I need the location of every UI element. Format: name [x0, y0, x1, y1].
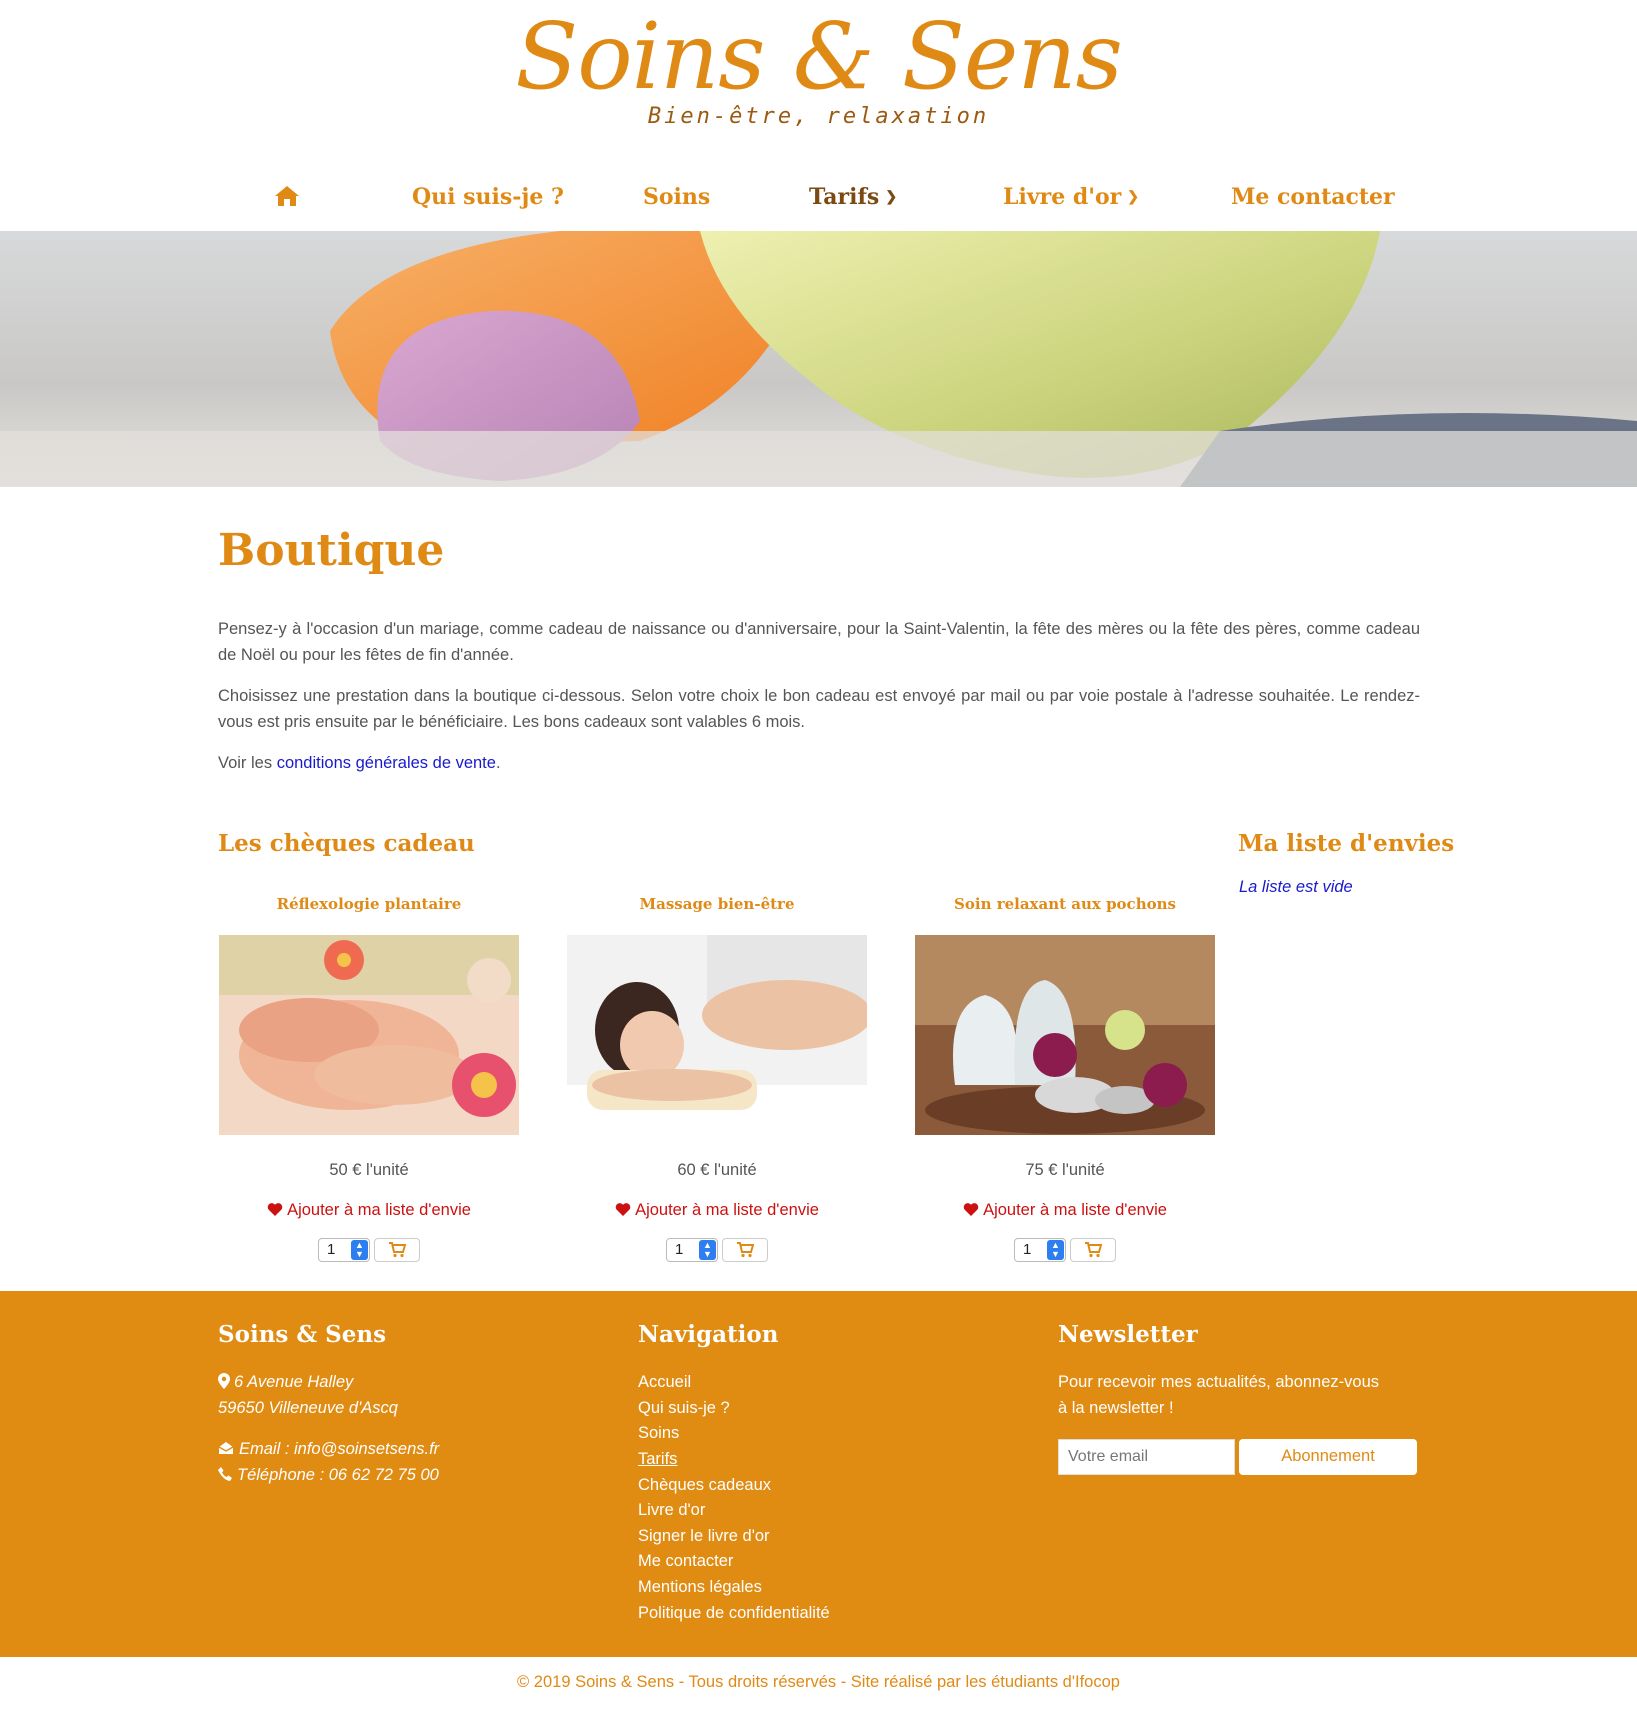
- product-card-massage: Massage bien-être 60 € l'unité Ajouter à…: [566, 895, 868, 1264]
- product-image-massage[interactable]: [567, 935, 867, 1135]
- product-title[interactable]: Soin relaxant aux pochons: [914, 895, 1216, 925]
- quantity-value: 1: [675, 1241, 684, 1258]
- quantity-value: 1: [327, 1241, 336, 1258]
- product-image-reflexologie[interactable]: [219, 935, 519, 1135]
- product-title[interactable]: Réflexologie plantaire: [218, 895, 520, 925]
- gift-section-title: Les chèques cadeau: [218, 830, 475, 857]
- footer-link-qui-suis-je[interactable]: Qui suis-je ?: [638, 1399, 730, 1418]
- wishlist-label: Ajouter à ma liste d'envie: [635, 1201, 819, 1219]
- cgv-link[interactable]: conditions générales de vente: [277, 754, 496, 772]
- nav-label: Livre d'or: [1003, 184, 1122, 210]
- footer-link-cheques-cadeaux[interactable]: Chèques cadeaux: [638, 1476, 771, 1495]
- select-arrows-icon: ▲ ▼: [699, 1240, 716, 1260]
- cart-icon: [737, 1242, 755, 1258]
- cart-row: 1 ▲ ▼: [566, 1238, 868, 1264]
- intro-paragraph: Pensez-y à l'occasion d'un mariage, comm…: [218, 620, 1420, 664]
- nav-label: Tarifs: [809, 184, 880, 210]
- cgv-prefix: Voir les: [218, 754, 277, 772]
- footer-newsletter-title: Newsletter: [1058, 1321, 1198, 1348]
- nav-item-tarifs[interactable]: Tarifs ❯: [809, 184, 897, 210]
- quantity-select[interactable]: 1 ▲ ▼: [666, 1238, 718, 1262]
- footer-link-soins[interactable]: Soins: [638, 1424, 679, 1443]
- copyright-text: © 2019 Soins & Sens - Tous droits réserv…: [517, 1673, 1120, 1691]
- wishlist-label: Ajouter à ma liste d'envie: [983, 1201, 1167, 1219]
- nav-item-livre-dor[interactable]: Livre d'or ❯: [1003, 184, 1139, 210]
- newsletter-text-2: à la newsletter !: [1058, 1399, 1174, 1417]
- footer-link-mentions-legales[interactable]: Mentions légales: [638, 1578, 762, 1597]
- address-line-2: 59650 Villeneuve d'Ascq: [218, 1399, 398, 1417]
- instructions-paragraph: Choisissez une prestation dans la boutiq…: [218, 687, 1420, 731]
- quantity-value: 1: [1023, 1241, 1032, 1258]
- email-line[interactable]: Email : info@soinsetsens.fr: [218, 1440, 439, 1459]
- address-line-1: 6 Avenue Halley: [218, 1373, 353, 1392]
- footer-brand-title: Soins & Sens: [218, 1321, 387, 1348]
- footer-link-accueil[interactable]: Accueil: [638, 1373, 691, 1392]
- email-text: Email : info@soinsetsens.fr: [239, 1440, 440, 1458]
- cgv-suffix: .: [495, 754, 501, 772]
- banner-image: [0, 231, 1637, 487]
- product-price: 75 € l'unité: [1025, 1161, 1105, 1179]
- nav-label: Soins: [643, 184, 711, 210]
- footer-link-signer-livre-dor[interactable]: Signer le livre d'or: [638, 1527, 770, 1546]
- add-to-cart-button[interactable]: [374, 1238, 420, 1262]
- cart-row: 1 ▲ ▼: [218, 1238, 520, 1264]
- site-logo[interactable]: Soins & Sens Bien-être, relaxation: [0, 0, 1637, 150]
- site-footer: Soins & Sens 6 Avenue Halley 59650 Ville…: [0, 1291, 1637, 1657]
- product-price: 50 € l'unité: [329, 1161, 409, 1179]
- wishlist-empty-text: La liste est vide: [1239, 878, 1353, 896]
- heart-icon: [615, 1203, 631, 1216]
- cart-icon: [389, 1242, 407, 1258]
- heart-icon: [963, 1203, 979, 1216]
- logo-title: Soins & Sens: [515, 3, 1123, 110]
- nav-item-me-contacter[interactable]: Me contacter: [1231, 184, 1395, 210]
- heart-icon: [267, 1203, 283, 1216]
- add-to-wishlist-link[interactable]: Ajouter à ma liste d'envie: [566, 1201, 868, 1220]
- product-title[interactable]: Massage bien-être: [566, 895, 868, 925]
- add-to-wishlist-link[interactable]: Ajouter à ma liste d'envie: [218, 1201, 520, 1220]
- select-arrows-icon: ▲ ▼: [351, 1240, 368, 1260]
- footer-navigation-title: Navigation: [638, 1321, 779, 1348]
- map-marker-icon: [218, 1373, 230, 1389]
- product-price: 60 € l'unité: [677, 1161, 757, 1179]
- phone-text: Téléphone : 06 62 72 75 00: [237, 1466, 439, 1484]
- newsletter-text-1: Pour recevoir mes actualités, abonnez-vo…: [1058, 1373, 1379, 1391]
- footer-link-livre-dor[interactable]: Livre d'or: [638, 1501, 705, 1520]
- wishlist-label: Ajouter à ma liste d'envie: [287, 1201, 471, 1219]
- chevron-down-icon: ❯: [885, 189, 898, 205]
- newsletter-email-input[interactable]: Votre email: [1058, 1439, 1235, 1475]
- add-to-wishlist-link[interactable]: Ajouter à ma liste d'envie: [914, 1201, 1216, 1220]
- home-icon[interactable]: [274, 184, 300, 208]
- footer-link-tarifs[interactable]: Tarifs: [638, 1450, 677, 1469]
- nav-item-qui-suis-je[interactable]: Qui suis-je ?: [412, 184, 564, 210]
- envelope-open-icon: [218, 1442, 234, 1454]
- select-arrows-icon: ▲ ▼: [1047, 1240, 1064, 1260]
- nav-label: Qui suis-je ?: [412, 184, 564, 210]
- product-image-pochons[interactable]: [915, 935, 1215, 1135]
- add-to-cart-button[interactable]: [722, 1238, 768, 1262]
- phone-icon: [218, 1467, 232, 1481]
- newsletter-subscribe-button[interactable]: Abonnement: [1239, 1439, 1417, 1475]
- cart-icon: [1085, 1242, 1103, 1258]
- quantity-select[interactable]: 1 ▲ ▼: [318, 1238, 370, 1262]
- nav-item-soins[interactable]: Soins: [643, 184, 710, 210]
- quantity-select[interactable]: 1 ▲ ▼: [1014, 1238, 1066, 1262]
- product-card-pochons: Soin relaxant aux pochons 75 € l'unité A…: [914, 895, 1216, 1264]
- phone-line[interactable]: Téléphone : 06 62 72 75 00: [218, 1466, 439, 1485]
- page-title: Boutique: [218, 525, 445, 576]
- product-card-reflexologie: Réflexologie plantaire 50 € l'unité Ajou…: [218, 895, 520, 1264]
- main-nav: Qui suis-je ? Soins Tarifs ❯ Livre d'or ❯ …: [218, 170, 1418, 230]
- nav-label: Me contacter: [1231, 184, 1395, 210]
- cgv-paragraph: Voir les conditions générales de vente.: [218, 750, 1420, 776]
- chevron-down-icon: ❯: [1127, 189, 1139, 205]
- wishlist-title: Ma liste d'envies: [1238, 830, 1455, 857]
- address-street: 6 Avenue Halley: [234, 1373, 354, 1391]
- logo-subtitle: Bien-être, relaxation: [647, 104, 990, 129]
- cart-row: 1 ▲ ▼: [914, 1238, 1216, 1264]
- footer-link-me-contacter[interactable]: Me contacter: [638, 1552, 733, 1571]
- add-to-cart-button[interactable]: [1070, 1238, 1116, 1262]
- footer-link-politique-confidentialite[interactable]: Politique de confidentialité: [638, 1604, 830, 1623]
